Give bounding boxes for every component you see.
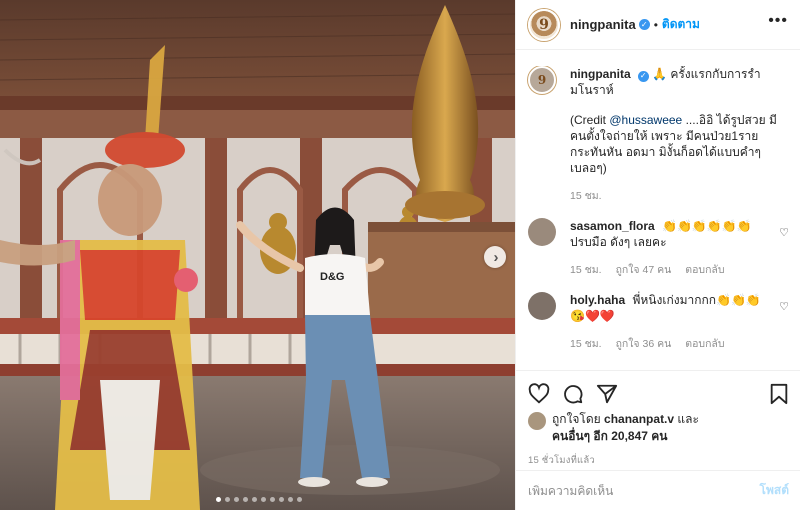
post-photo[interactable]: D&G › — [0, 0, 515, 510]
comment-username[interactable]: holy.haha — [570, 293, 625, 307]
temple-dance-photo: D&G — [0, 0, 515, 510]
svg-text:D&G: D&G — [320, 271, 344, 283]
caption-time[interactable]: 15 ชม. — [570, 188, 602, 204]
carousel-dot — [297, 497, 302, 502]
carousel-dot — [270, 497, 275, 502]
heart-icon[interactable]: ♡ — [779, 300, 789, 313]
add-comment-bar: โพสต์ — [516, 470, 800, 510]
chevron-right-icon: › — [493, 248, 499, 266]
comment-item: sasamon_flora 👏👏👏👏👏👏 ปรบมือ ดังๆ เลยคะ 1… — [528, 218, 789, 278]
action-icons — [528, 381, 789, 407]
ellipsis-icon[interactable]: ••• — [768, 12, 788, 30]
liked-by-user[interactable]: chananpat.v — [604, 412, 674, 426]
mention-link[interactable]: @hussaweee — [609, 113, 682, 127]
post-timestamp[interactable]: 15 ชั่วโมงที่แล้ว — [528, 453, 789, 468]
likes-summary: ถูกใจโดย chananpat.v และ คนอื่นๆ อีก 20,… — [528, 411, 789, 445]
credit-open: (Credit — [570, 113, 610, 127]
comment-meta: 15 ชม. ถูกใจ 47 คน ตอบกลับ — [570, 262, 771, 278]
pray-emoji: 🙏 — [652, 67, 667, 81]
verified-badge-icon: ✓ — [638, 19, 650, 30]
comment-username[interactable]: sasamon_flora — [570, 219, 655, 233]
comment-time[interactable]: 15 ชม. — [570, 336, 602, 352]
post-comment-button[interactable]: โพสต์ — [760, 481, 789, 500]
actions-bar: ถูกใจโดย chananpat.v และ คนอื่นๆ อีก 20,… — [516, 370, 800, 468]
bookmark-icon[interactable] — [769, 383, 789, 405]
separator-dot: • — [653, 17, 658, 32]
share-icon[interactable] — [596, 383, 618, 405]
avatar[interactable] — [528, 292, 556, 320]
comment-icon[interactable] — [562, 383, 584, 405]
avatar[interactable] — [528, 412, 546, 430]
likes-prefix: ถูกใจโดย — [552, 412, 601, 426]
carousel-dot — [234, 497, 239, 502]
carousel-dot — [288, 497, 293, 502]
comment-time[interactable]: 15 ชม. — [570, 262, 602, 278]
likes-connector: และ — [677, 412, 699, 426]
avatar[interactable]: 9 — [528, 8, 560, 41]
carousel-indicator — [216, 497, 302, 502]
avatar[interactable] — [528, 218, 556, 246]
caption-row: 9 ningpanita ✓ 🙏 ครั้งแรกกับการรำมโนราห์ … — [528, 66, 789, 204]
post-sidebar: 9 ningpanita ✓ • ติดตาม ••• 9 ningpanita… — [515, 0, 800, 510]
caption-username[interactable]: ningpanita — [570, 67, 631, 81]
reply-button[interactable]: ตอบกลับ — [685, 336, 724, 352]
carousel-dot — [261, 497, 266, 502]
caption-credit: (Credit @hussaweee ....อิอิ ได้รูปสวย มี… — [570, 112, 789, 176]
carousel-dot — [243, 497, 248, 502]
post-header: 9 ningpanita ✓ • ติดตาม ••• — [516, 0, 800, 50]
carousel-dot — [279, 497, 284, 502]
comment-input[interactable] — [528, 483, 760, 498]
comment-meta: 15 ชม. ถูกใจ 36 คน ตอบกลับ — [570, 336, 771, 352]
avatar[interactable]: 9 — [528, 66, 556, 94]
caption-meta: 15 ชม. — [570, 188, 789, 204]
likes-others-link[interactable]: คนอื่นๆ อีก 20,847 คน — [552, 429, 668, 443]
heart-icon[interactable]: ♡ — [779, 226, 789, 239]
comments-scroll-area[interactable]: 9 ningpanita ✓ 🙏 ครั้งแรกกับการรำมโนราห์ … — [516, 66, 800, 366]
verified-badge-icon: ✓ — [637, 70, 649, 82]
carousel-dot — [252, 497, 257, 502]
next-photo-button[interactable]: › — [484, 246, 506, 268]
comment-likes[interactable]: ถูกใจ 36 คน — [616, 336, 672, 352]
header-username[interactable]: ningpanita — [570, 17, 636, 32]
like-heart-icon[interactable] — [528, 383, 550, 405]
carousel-dot — [216, 497, 221, 502]
comment-likes[interactable]: ถูกใจ 47 คน — [616, 262, 672, 278]
carousel-dot — [225, 497, 230, 502]
comment-item: holy.haha พี่หนิงเก่งมากกก👏👏👏😘❤️❤️ 15 ชม… — [528, 292, 789, 352]
follow-button[interactable]: ติดตาม — [662, 15, 700, 34]
reply-button[interactable]: ตอบกลับ — [685, 262, 724, 278]
